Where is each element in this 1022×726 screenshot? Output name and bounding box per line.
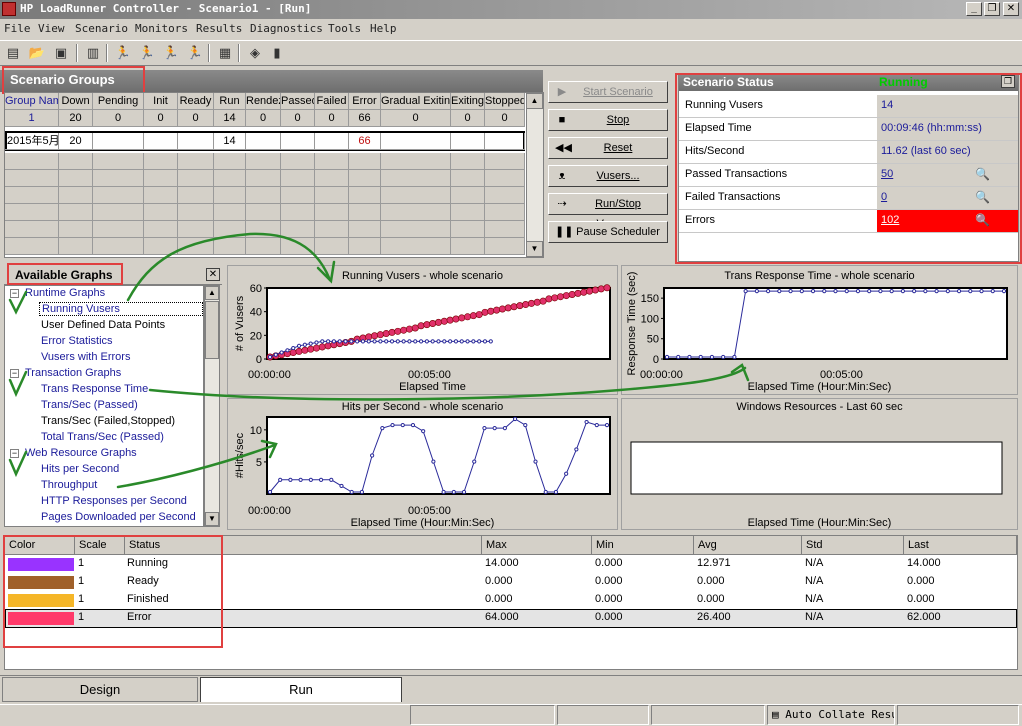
status-cell [897, 705, 1019, 725]
annotation-arrow [126, 232, 332, 302]
tab-run[interactable]: Run [200, 677, 402, 702]
annotation-arrow [148, 366, 747, 401]
status-cell-auto-collate: ▤ Auto Collate Resu [767, 705, 895, 725]
annotation-arrow [116, 443, 277, 489]
hand-drawn-annotations [8, 232, 750, 489]
annotation-check [8, 290, 28, 315]
status-cell [651, 705, 765, 725]
collate-icon: ▤ [772, 708, 779, 721]
tab-design[interactable]: Design [2, 677, 198, 702]
status-cell [557, 705, 649, 725]
annotation-check [8, 450, 28, 478]
annotation-check [8, 370, 28, 398]
status-cell [410, 705, 555, 725]
